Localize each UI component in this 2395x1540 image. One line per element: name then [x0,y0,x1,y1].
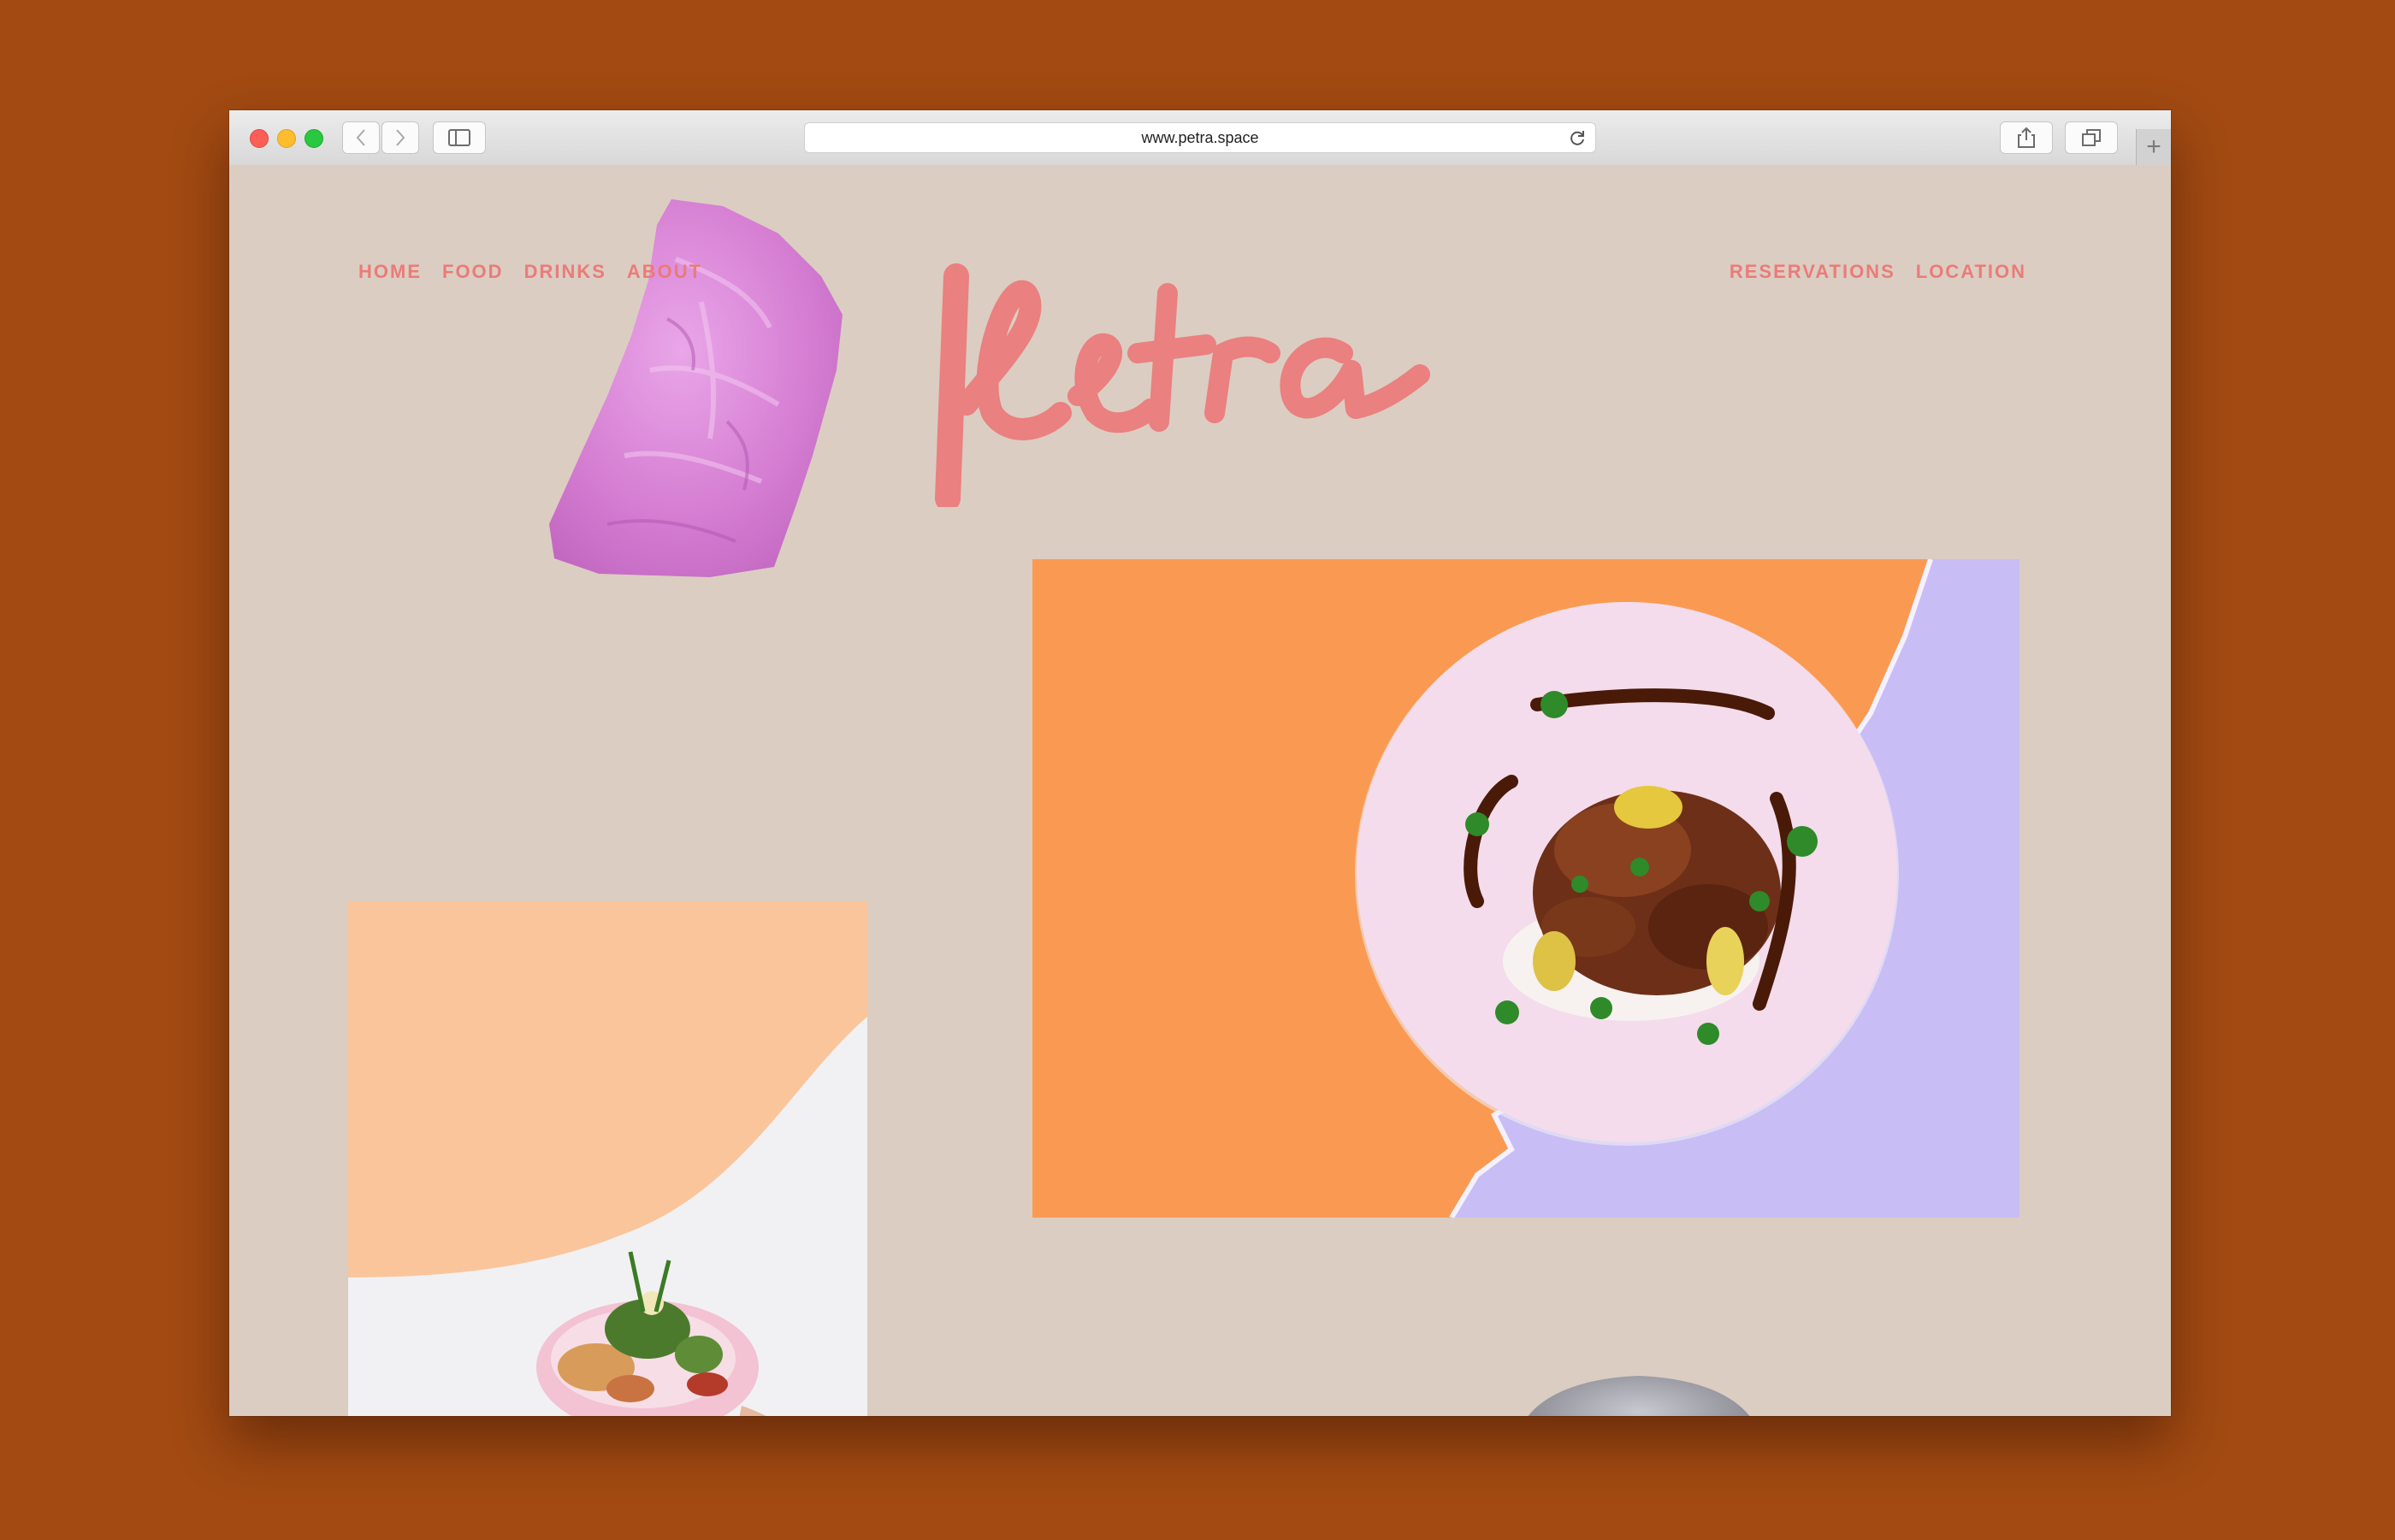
tabs-overview-button[interactable] [2065,121,2118,154]
minimize-window-button[interactable] [277,129,296,148]
nav-location[interactable]: LOCATION [1916,261,2026,283]
zoom-window-button[interactable] [305,129,323,148]
nav-food[interactable]: FOOD [442,261,504,283]
chevron-right-icon [396,129,405,146]
share-icon [2018,127,2035,148]
chicken-wings-photo [1032,559,2019,1218]
tabs-icon [2082,129,2101,146]
nav-drinks[interactable]: DRINKS [524,261,606,283]
nav-about[interactable]: ABOUT [627,261,702,283]
purple-stone-image [549,199,843,577]
url-text: www.petra.space [1141,128,1259,146]
sidebar-icon [448,129,470,146]
new-tab-button[interactable]: + [2136,129,2171,165]
petra-logo[interactable] [932,225,1446,507]
nav-home[interactable]: HOME [358,261,422,283]
forward-button[interactable] [381,121,419,154]
chevron-left-icon [356,129,365,146]
nav-reservations[interactable]: RESERVATIONS [1730,261,1895,283]
plate-in-hand-photo [348,901,867,1416]
primary-nav: HOME FOOD DRINKS ABOUT [358,261,702,283]
page-content: HOME FOOD DRINKS ABOUT RESERVATIONS LOCA… [229,165,2171,1416]
address-bar[interactable]: www.petra.space [804,122,1596,153]
stone-face-image [1528,1376,1750,1416]
reload-icon[interactable] [1568,128,1587,147]
plus-icon: + [2146,133,2161,161]
browser-toolbar: www.petra.space + [229,110,2171,166]
close-window-button[interactable] [250,129,269,148]
browser-window: www.petra.space + HOME FOOD DRINKS ABOUT… [229,110,2171,1416]
back-button[interactable] [342,121,380,154]
sidebar-button[interactable] [433,121,486,154]
secondary-nav: RESERVATIONS LOCATION [1730,261,2026,283]
share-button[interactable] [2000,121,2053,154]
